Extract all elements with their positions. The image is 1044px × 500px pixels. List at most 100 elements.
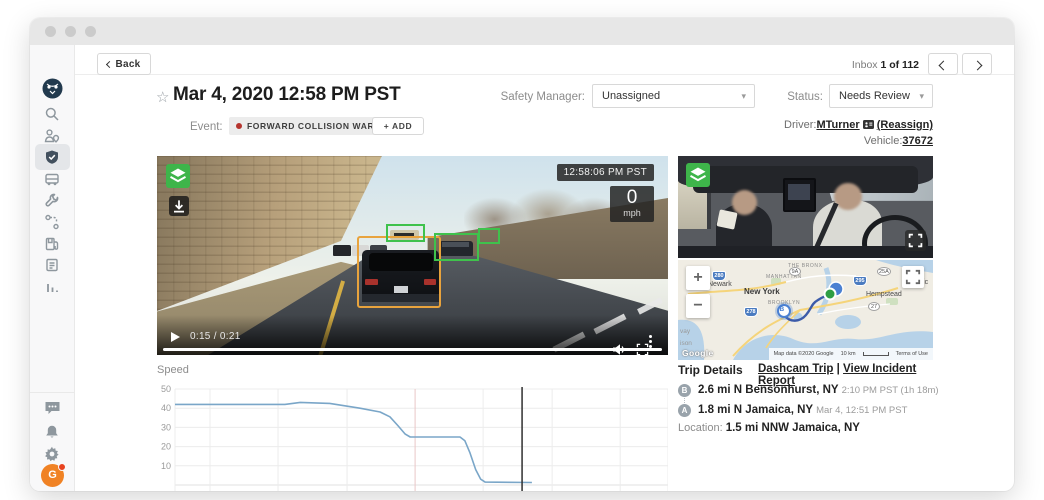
map-label-parkway-cut: vay <box>680 328 691 335</box>
map-attribution: Map data ©2020 Google 10 km Terms of Use <box>768 348 933 360</box>
speed-chart-svg: 50 40 30 20 10 <box>161 384 668 491</box>
trip-map[interactable]: B THE BRONX MANHATTAN Newark New York BR… <box>678 260 933 360</box>
map-terms-link[interactable]: Terms of Use <box>896 351 928 357</box>
inbox-counter: Inbox 1 of 112 <box>851 59 919 71</box>
favorite-star-icon[interactable]: ☆ <box>156 88 169 106</box>
detection-box-vehicle <box>477 227 501 244</box>
status-dropdown[interactable]: Needs Review ▾ <box>829 84 933 108</box>
user-avatar[interactable]: G <box>41 463 66 487</box>
speed-chart[interactable]: 50 40 30 20 10 <box>157 382 668 491</box>
stop-time: 2:10 PM PST (1h 18m) <box>841 385 939 396</box>
back-label: Back <box>115 58 141 70</box>
window-titlebar <box>30 18 1014 45</box>
add-event-button[interactable]: + ADD <box>372 117 424 135</box>
back-button[interactable]: Back <box>97 53 151 75</box>
stop-marker-a: A <box>678 404 691 417</box>
video-menu-kebab-icon[interactable] <box>649 335 652 338</box>
speed-line <box>175 401 532 484</box>
status-value: Needs Review <box>839 90 910 102</box>
maintenance-wrench-icon[interactable] <box>44 193 61 210</box>
trip-details-heading: Trip Details <box>678 363 743 377</box>
svg-text:50: 50 <box>161 384 171 394</box>
sidebar: G <box>30 45 75 491</box>
cabin-monitor <box>782 178 816 213</box>
map-scale-text: 10 km <box>840 351 856 357</box>
vehicle-link[interactable]: 37672 <box>902 135 933 147</box>
reassign-link[interactable]: (Reassign) <box>877 119 933 131</box>
map-data-credit: Map data ©2020 Google <box>773 351 834 357</box>
stop-time: Mar 4, 12:51 PM PST <box>816 405 908 416</box>
map-label-new-york: New York <box>744 287 780 296</box>
location-row: Location: 1.5 mi NNW Jamaica, NY <box>678 422 860 434</box>
fuel-icon[interactable] <box>44 236 61 253</box>
vehicle-label: Vehicle: <box>863 135 903 147</box>
map-scale-bar <box>862 352 889 356</box>
status-label: Status: <box>787 91 823 103</box>
svg-text:10: 10 <box>161 461 171 471</box>
detection-box-vehicle <box>433 232 479 262</box>
svg-text:20: 20 <box>161 442 171 452</box>
safety-manager-dropdown[interactable]: Unassigned ▾ <box>592 84 755 108</box>
search-icon[interactable] <box>44 106 61 123</box>
detection-box-vehicle <box>385 223 425 242</box>
location-value: 1.5 mi NNW Jamaica, NY <box>725 422 860 434</box>
driver-row: Driver:MTurner (Reassign) <box>613 119 933 132</box>
chat-icon[interactable] <box>44 400 61 417</box>
highway-shield-i295: 295 <box>853 276 867 286</box>
settings-gear-icon[interactable] <box>44 446 61 463</box>
route-shield-9a: 9A <box>789 267 801 276</box>
chevron-down-icon: ▾ <box>919 91 924 101</box>
safety-manager-value: Unassigned <box>602 90 661 102</box>
cabin-dashboard <box>678 245 933 258</box>
window-zoom-button[interactable] <box>85 26 96 37</box>
sidebar-divider <box>30 392 75 393</box>
driver-link[interactable]: MTurner <box>816 119 859 131</box>
video-time-display: 0:15 / 0:21 <box>190 331 241 342</box>
page-title: Mar 4, 2020 12:58 PM PST <box>173 84 401 105</box>
svg-text:30: 30 <box>161 422 171 432</box>
map-label-newark: Newark <box>708 281 732 288</box>
routes-icon[interactable] <box>44 214 61 231</box>
map-zoom-out-button[interactable]: − <box>686 294 710 318</box>
highway-shield-i280: 280 <box>712 271 726 281</box>
samsara-logo[interactable] <box>42 78 63 99</box>
stop-marker-b: B <box>678 384 691 397</box>
map-label-madison-cut: ison <box>680 340 692 347</box>
browser-window: G Back Inbox 1 of 112 ☆ Mar 4, 2020 12:5… <box>30 18 1014 491</box>
map-fullscreen-icon[interactable] <box>902 266 924 288</box>
route-shield-27: 27 <box>868 302 880 311</box>
dashcam-trip-link[interactable]: Dashcam Trip <box>758 363 833 375</box>
chevron-down-icon: ▾ <box>741 91 746 101</box>
map-zoom-in-button[interactable]: + <box>686 266 710 290</box>
reports-chart-icon[interactable] <box>44 279 61 296</box>
dashcam-traffic-car <box>333 244 351 256</box>
vehicle-speed-overlay: 0 mph <box>610 186 654 222</box>
camera-layers-button[interactable] <box>166 164 190 188</box>
download-video-button[interactable] <box>169 196 189 216</box>
speed-chart-title: Speed <box>157 364 189 376</box>
detection-box-primary <box>356 235 441 309</box>
cabin-camera-view[interactable] <box>678 156 933 258</box>
notifications-bell-icon[interactable] <box>44 424 61 441</box>
previous-incident-button[interactable] <box>928 53 958 75</box>
safety-shield-icon[interactable] <box>44 149 61 166</box>
video-timestamp-overlay: 12:58:06 PM PST <box>556 164 654 181</box>
play-button[interactable] <box>171 332 180 342</box>
camera-layers-button[interactable] <box>686 163 710 187</box>
safety-manager-label: Safety Manager: <box>500 91 585 103</box>
video-progress-bar[interactable] <box>163 348 662 351</box>
next-incident-button[interactable] <box>962 53 992 75</box>
notification-badge <box>58 463 66 471</box>
map-label-hempstead: Hempstead <box>866 291 902 298</box>
id-card-icon <box>862 120 874 132</box>
marker-b-label: B <box>779 306 785 313</box>
window-close-button[interactable] <box>45 26 56 37</box>
window-minimize-button[interactable] <box>65 26 76 37</box>
driver-locations-icon[interactable] <box>44 128 61 145</box>
avatar-initial: G <box>48 469 57 481</box>
cabin-fullscreen-icon[interactable] <box>905 230 926 251</box>
event-severity-dot <box>236 122 242 129</box>
vehicles-icon[interactable] <box>44 171 61 188</box>
dashcam-video-player[interactable]: 12:58:06 PM PST 0 mph 0:15 / 0:21 <box>157 156 668 355</box>
documents-icon[interactable] <box>44 257 61 274</box>
